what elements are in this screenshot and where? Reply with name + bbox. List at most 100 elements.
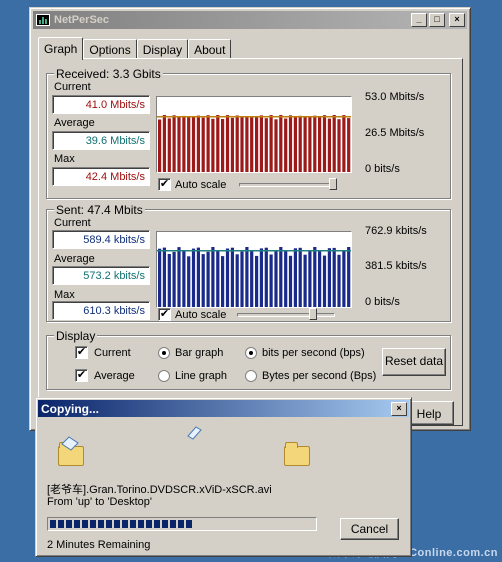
- received-current-value: 41.0 Mbits/s: [52, 95, 150, 114]
- received-max-value: 42.4 Mbits/s: [52, 167, 150, 186]
- display-current-checkbox[interactable]: ✔: [75, 346, 88, 359]
- graph-bar: [332, 247, 336, 307]
- graph-bar: [313, 247, 317, 307]
- bits-per-second-radio[interactable]: [245, 347, 257, 359]
- maximize-button[interactable]: □: [429, 13, 445, 27]
- progress-chunk: [82, 520, 88, 528]
- graph-bar: [250, 116, 254, 172]
- progress-chunk: [146, 520, 152, 528]
- graph-bar: [303, 254, 307, 307]
- received-slider-thumb[interactable]: [329, 178, 337, 190]
- graph-bar: [225, 115, 230, 172]
- sent-bar-graph: [156, 231, 352, 308]
- copy-filename: [老爷车].Gran.Torino.DVDSCR.xViD-xSCR.avi: [47, 484, 272, 496]
- progress-chunk: [154, 520, 160, 528]
- graph-bar: [327, 118, 331, 172]
- graph-bar: [264, 247, 268, 307]
- graph-bar: [240, 116, 244, 172]
- graph-bar: [255, 255, 259, 307]
- graph-bar: [308, 116, 312, 172]
- graph-bar: [216, 115, 220, 172]
- graph-bar: [177, 117, 181, 172]
- graph-bar: [235, 115, 239, 172]
- graph-bar: [327, 248, 331, 307]
- graph-bar: [201, 117, 205, 172]
- graph-bar: [187, 256, 191, 307]
- graph-bar: [259, 115, 263, 172]
- sent-autoscale-label: Auto scale: [175, 309, 227, 321]
- received-scale-slider[interactable]: [239, 183, 337, 187]
- sent-average-label: Average: [54, 253, 95, 265]
- graph-bar: [240, 251, 244, 307]
- sent-scale-bottom: 0 bits/s: [365, 296, 400, 308]
- tab-graph[interactable]: Graph: [38, 37, 84, 60]
- received-current-label: Current: [54, 81, 91, 93]
- graph-bar: [206, 251, 210, 307]
- received-bar-graph: [156, 96, 352, 173]
- graph-bar: [201, 254, 205, 307]
- graph-bar: [230, 247, 234, 307]
- sent-current-label: Current: [54, 217, 91, 229]
- tab-options[interactable]: Options: [83, 39, 137, 59]
- line-graph-radio[interactable]: [158, 370, 170, 382]
- graph-bar: [177, 247, 181, 307]
- graph-bar: [322, 255, 327, 307]
- graph-bar: [162, 247, 166, 307]
- graph-bar: [293, 117, 297, 172]
- window-title: NetPerSec: [54, 14, 110, 26]
- received-autoscale-checkbox[interactable]: ✔: [158, 178, 171, 191]
- progress-chunk: [114, 520, 120, 528]
- received-max-label: Max: [54, 153, 75, 165]
- sent-autoscale-checkbox[interactable]: ✔: [158, 308, 171, 321]
- tab-about[interactable]: About: [188, 39, 232, 59]
- sent-slider-thumb[interactable]: [309, 308, 317, 320]
- close-button[interactable]: ×: [449, 13, 465, 27]
- graph-bar: [191, 116, 196, 172]
- sent-current-value: 589.4 kbits/s: [52, 230, 150, 249]
- bytes-per-second-radio[interactable]: [245, 370, 257, 382]
- progress-chunk: [90, 520, 96, 528]
- graph-bar: [274, 251, 278, 307]
- sent-scale-top: 762.9 kbits/s: [365, 225, 427, 237]
- netpersec-titlebar[interactable]: NetPerSec _ □ ×: [33, 11, 467, 29]
- display-group: Display ✔ Current ✔ Average Bar graph Li…: [46, 329, 451, 390]
- copying-titlebar[interactable]: Copying... ×: [38, 400, 409, 417]
- graph-bar: [288, 255, 293, 307]
- received-autoscale-label: Auto scale: [175, 179, 227, 191]
- graph-bar: [245, 116, 249, 172]
- minimize-button[interactable]: _: [411, 13, 427, 27]
- graph-bar: [347, 247, 351, 307]
- time-remaining: 2 Minutes Remaining: [47, 539, 151, 551]
- graph-bar: [172, 115, 176, 172]
- graph-bar: [182, 115, 186, 172]
- graph-bar: [211, 247, 215, 307]
- graph-bar: [342, 115, 346, 172]
- graph-bar: [167, 254, 171, 307]
- tab-strip: Graph Options Display About: [38, 37, 232, 60]
- graph-bar: [293, 248, 297, 307]
- graph-bar: [196, 115, 200, 172]
- graph-bar: [158, 248, 162, 307]
- progress-chunk: [98, 520, 104, 528]
- graph-bar: [298, 115, 302, 172]
- graph-bar: [206, 115, 210, 172]
- graph-bar: [191, 248, 196, 307]
- graph-bar: [322, 115, 327, 172]
- graph-bar: [318, 250, 322, 307]
- copying-close-button[interactable]: ×: [391, 401, 407, 416]
- cancel-button[interactable]: Cancel: [340, 518, 399, 540]
- sent-scale-slider[interactable]: [237, 313, 335, 317]
- sent-average-value: 573.2 kbits/s: [52, 266, 150, 285]
- display-current-label: Current: [94, 347, 131, 359]
- graph-bar: [284, 250, 288, 307]
- received-scale-mid: 26.5 Mbits/s: [365, 127, 425, 139]
- graph-bar: [332, 115, 336, 172]
- reset-data-button[interactable]: Reset data: [382, 348, 446, 376]
- bar-graph-radio[interactable]: [158, 347, 170, 359]
- display-average-checkbox[interactable]: ✔: [75, 369, 88, 382]
- progress-chunk: [138, 520, 144, 528]
- progress-chunk: [186, 520, 192, 528]
- copy-progress-bar: [47, 517, 317, 531]
- tab-display[interactable]: Display: [136, 39, 189, 59]
- received-scale-bottom: 0 bits/s: [365, 163, 400, 175]
